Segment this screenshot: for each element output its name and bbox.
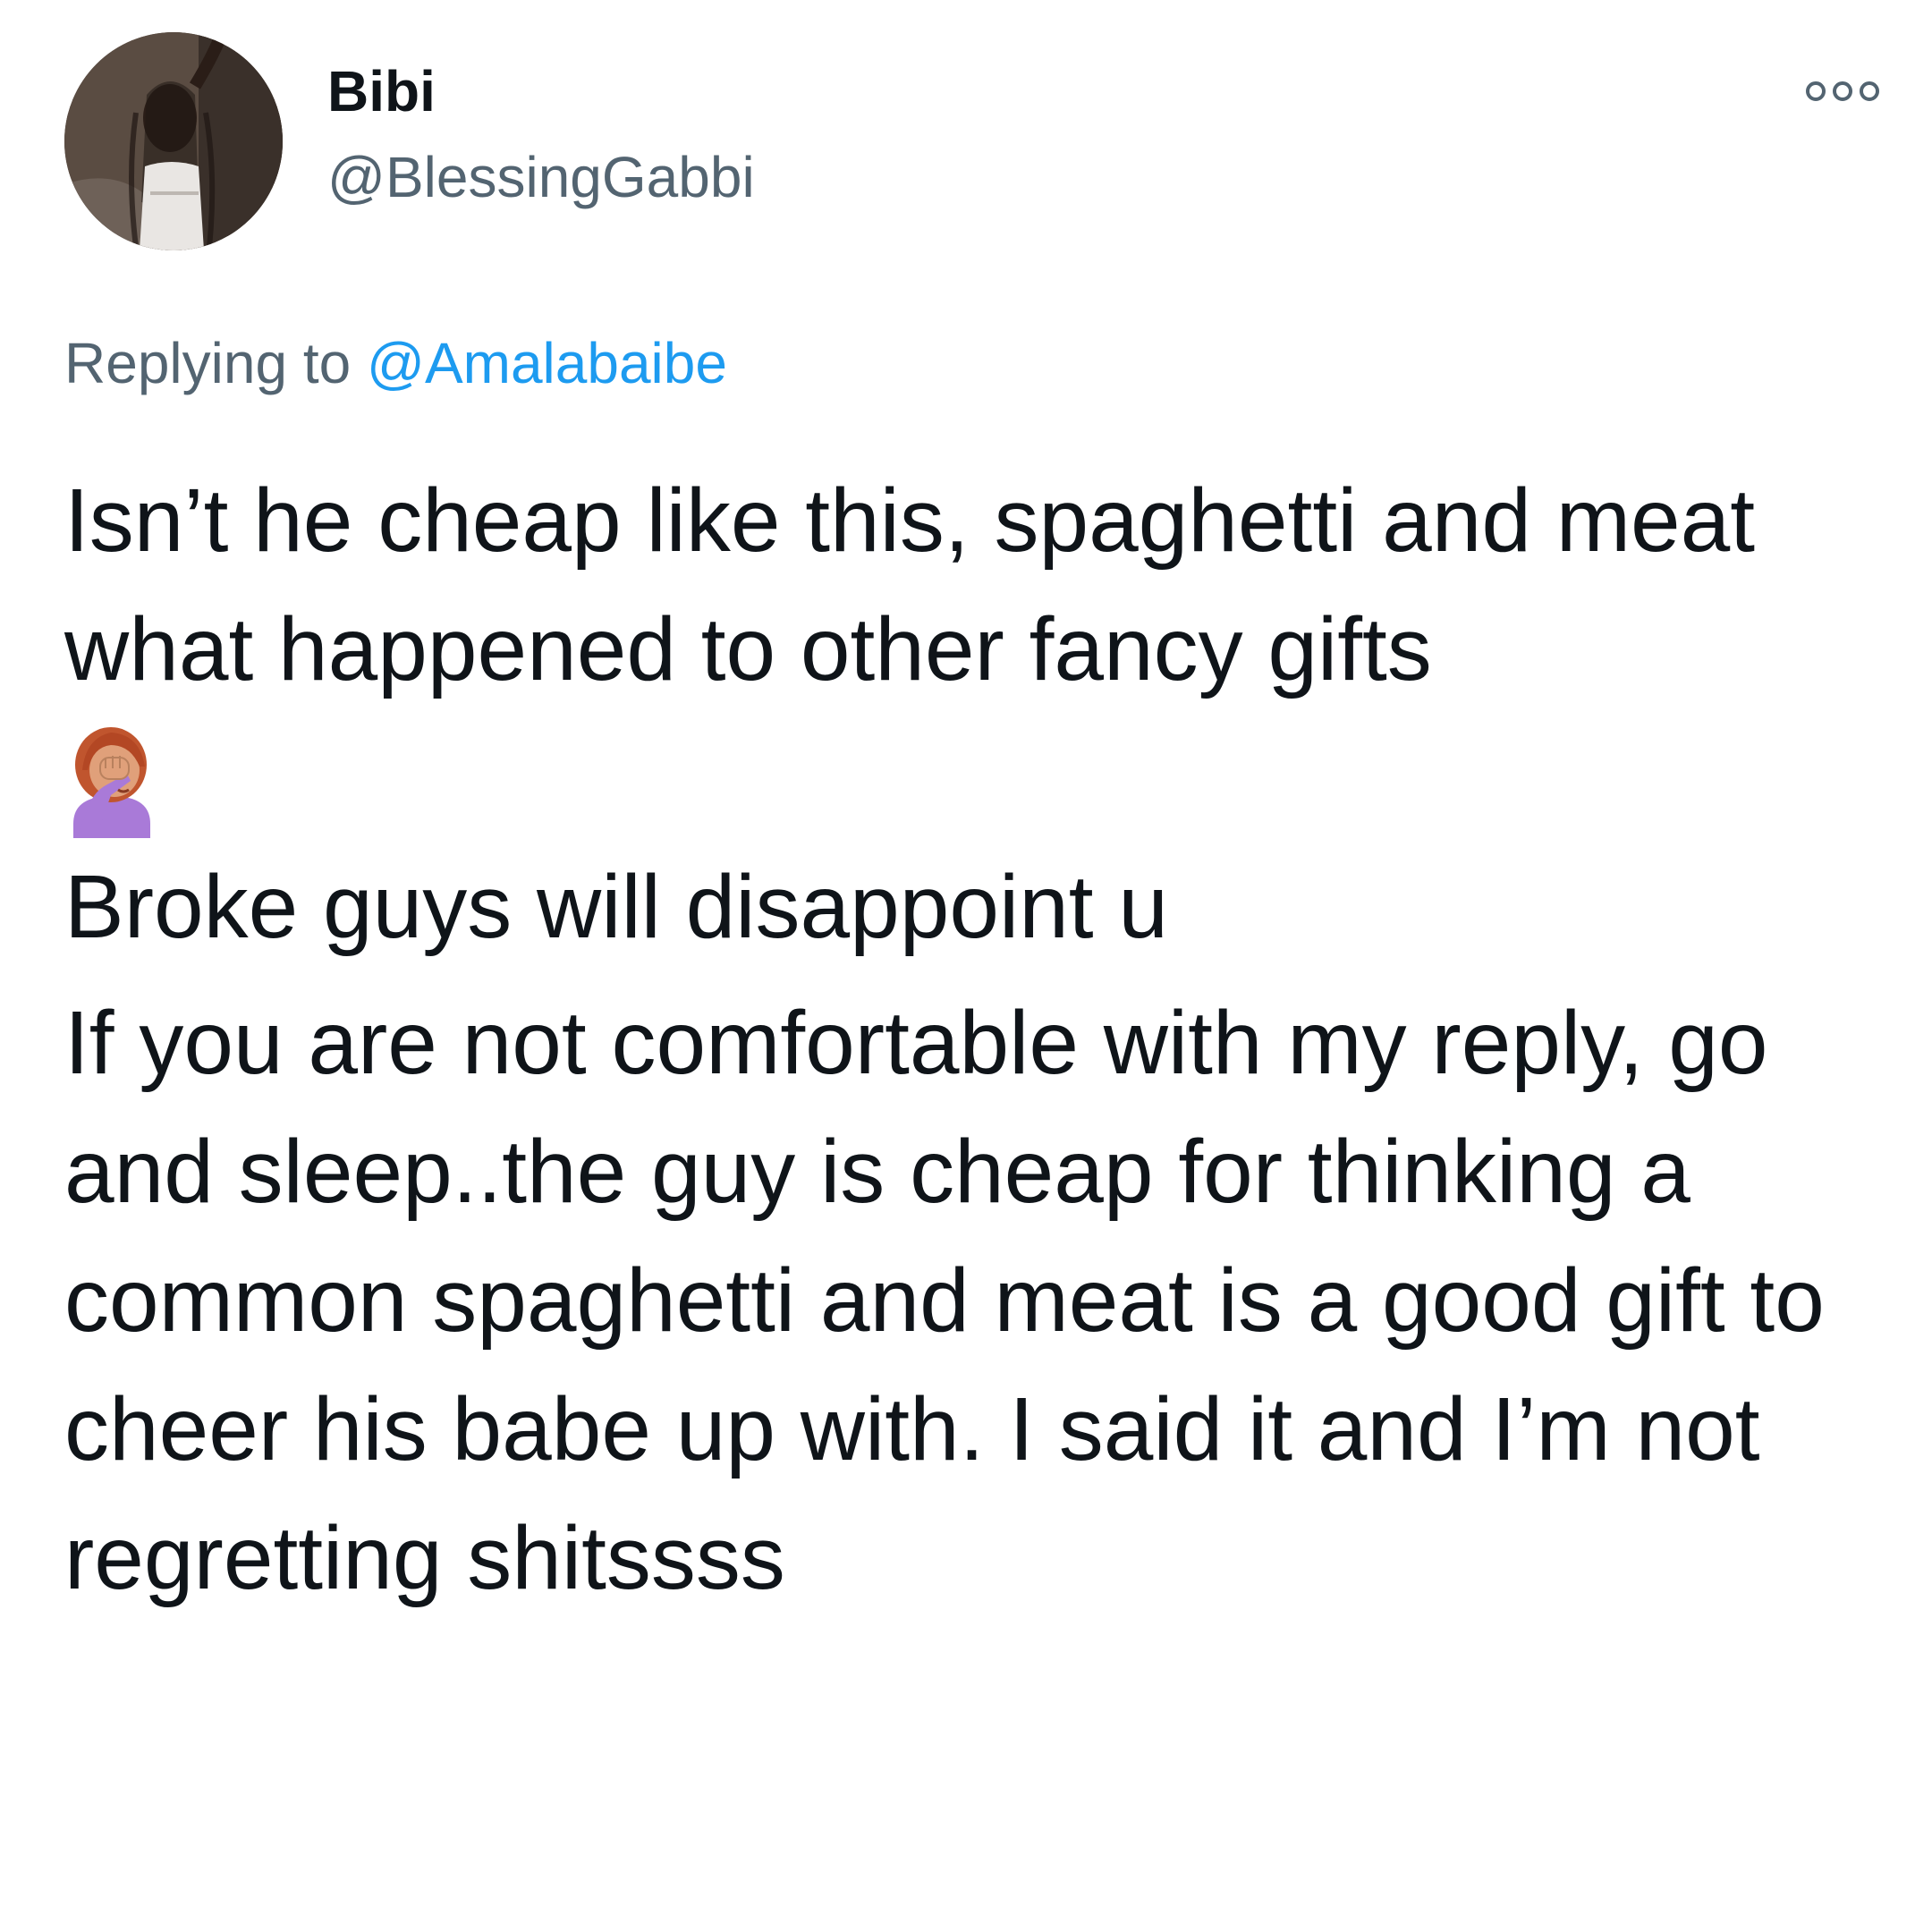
tweet-text: Isn’t he cheap like this, spaghetti and … [64, 456, 1880, 1623]
reply-context: Replying to @Amalabaibe [64, 329, 727, 397]
author-handle[interactable]: @BlessingGabbi [327, 143, 755, 211]
profile-photo-icon [64, 32, 283, 250]
tweet-text-paragraph-2: Broke guys will disappoint u [64, 857, 1168, 957]
more-options-button[interactable] [1798, 72, 1887, 111]
tweet-text-paragraph-3: If you are not comfortable with my reply… [64, 993, 1825, 1608]
more-options-icon [1806, 81, 1879, 101]
author-display-name[interactable]: Bibi [327, 57, 436, 125]
avatar[interactable] [64, 32, 283, 250]
reply-mention-link[interactable]: @Amalabaibe [367, 331, 727, 395]
replying-to-label: Replying to [64, 331, 367, 395]
tweet-text-paragraph-1: Isn’t he cheap like this, spaghetti and … [64, 470, 1756, 699]
woman-facepalming-emoji-icon [64, 714, 1880, 843]
tweet-card: Bibi @BlessingGabbi Replying to @Amalaba… [0, 0, 1932, 1932]
